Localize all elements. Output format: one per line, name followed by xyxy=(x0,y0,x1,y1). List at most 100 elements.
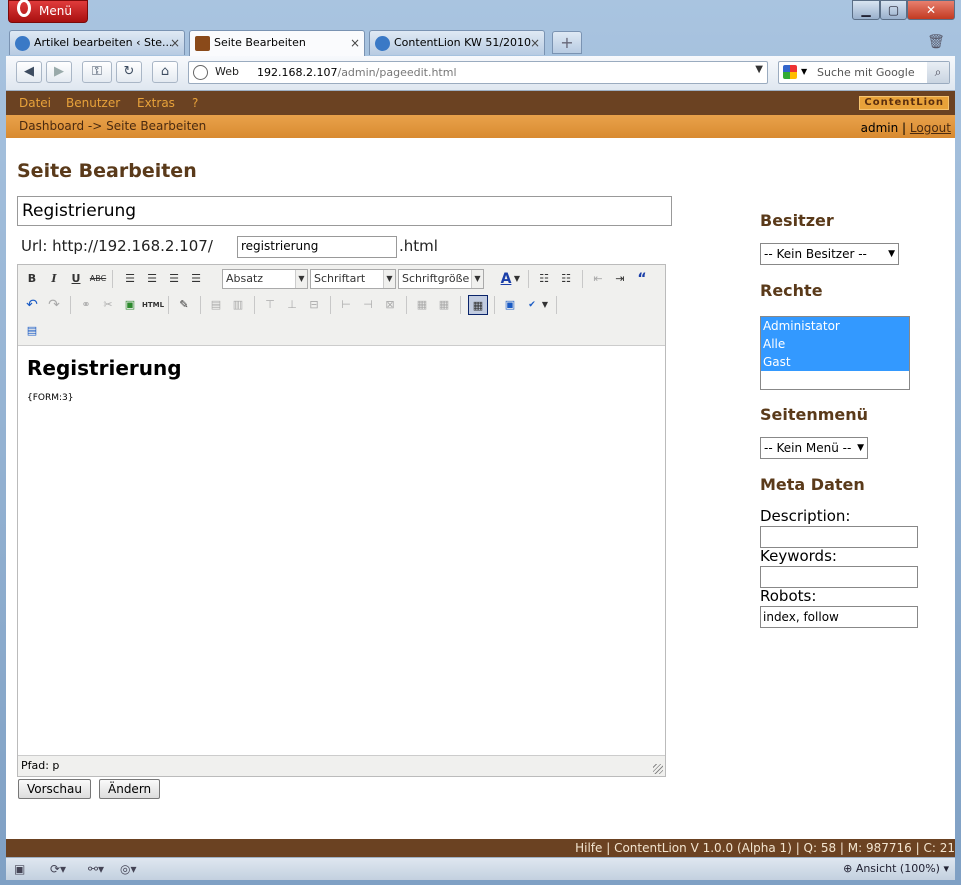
delete-row-icon[interactable]: ⊟ xyxy=(304,295,324,315)
description-input[interactable] xyxy=(760,526,918,548)
owner-heading: Besitzer xyxy=(760,211,834,230)
close-window-button[interactable]: ✕ xyxy=(907,0,955,20)
robots-input[interactable]: index, follow xyxy=(760,606,918,628)
align-center-icon[interactable]: ☰ xyxy=(142,269,162,289)
delete-col-icon[interactable]: ⊠ xyxy=(380,295,400,315)
underline-icon[interactable]: U xyxy=(66,269,86,289)
toolbar-separator xyxy=(254,296,255,314)
page-menu-select[interactable]: -- Kein Menü -- ▼ xyxy=(760,437,868,459)
bold-icon[interactable]: B xyxy=(22,269,42,289)
chevron-down-icon: ▼ xyxy=(295,270,307,288)
edit-icon[interactable]: ✎ xyxy=(174,295,194,315)
tab-seite-bearbeiten[interactable]: Seite Bearbeiten × xyxy=(189,30,365,56)
table-icon[interactable]: ▦ xyxy=(468,295,488,315)
back-icon[interactable]: ◀ xyxy=(16,61,42,83)
tab-close-icon[interactable]: × xyxy=(530,31,540,55)
unlink-icon[interactable]: ✂ xyxy=(98,295,118,315)
indent-icon[interactable]: ⇥ xyxy=(610,269,630,289)
image-icon[interactable]: ▣ xyxy=(120,295,140,315)
tab-label: ContentLion KW 51/2010 xyxy=(394,36,532,49)
toolbar-separator xyxy=(556,296,557,314)
blockquote-icon[interactable]: “ xyxy=(632,269,652,289)
robots-label: Robots: xyxy=(760,587,817,605)
chevron-down-icon[interactable]: ▼ xyxy=(540,295,550,315)
panel-toggle-icon[interactable]: ▣ xyxy=(14,861,25,877)
font-size-select[interactable]: Schriftgröße ▼ xyxy=(398,269,484,289)
media-icon[interactable]: ▣ xyxy=(500,295,520,315)
home-icon[interactable]: ⌂ xyxy=(152,61,178,83)
turbo-icon[interactable]: ◎▾ xyxy=(120,861,137,877)
breadcrumb[interactable]: Dashboard -> Seite Bearbeiten xyxy=(19,119,206,133)
new-tab-button[interactable]: + xyxy=(552,31,582,54)
format-select[interactable]: Absatz ▼ xyxy=(222,269,308,289)
address-host: 192.168.2.107 xyxy=(257,66,338,79)
undo-icon[interactable]: ↶ xyxy=(22,295,42,315)
tab-artikel-bearbeiten[interactable]: Artikel bearbeiten ‹ Ste... × xyxy=(9,30,185,55)
page-menu-select-value: -- Kein Menü -- xyxy=(764,441,852,455)
google-icon[interactable] xyxy=(783,65,797,79)
col-after-icon[interactable]: ⊣ xyxy=(358,295,378,315)
template-icon[interactable]: ▤ xyxy=(22,321,42,341)
html-source-icon[interactable]: HTML xyxy=(142,295,164,315)
redo-icon[interactable]: ↷ xyxy=(44,295,64,315)
align-justify-icon[interactable]: ☰ xyxy=(186,269,206,289)
editor-content-area[interactable]: Registrierung {FORM:3} xyxy=(18,346,665,754)
align-right-icon[interactable]: ☰ xyxy=(164,269,184,289)
row-before-icon[interactable]: ⊤ xyxy=(260,295,280,315)
link-icon[interactable]: ⚭ xyxy=(76,295,96,315)
outdent-icon[interactable]: ⇤ xyxy=(588,269,608,289)
key-icon[interactable]: ⚿ xyxy=(82,61,112,83)
keywords-input[interactable] xyxy=(760,566,918,588)
menu-datei[interactable]: Datei xyxy=(19,96,51,110)
preview-button[interactable]: Vorschau xyxy=(18,779,91,799)
merge-cells-icon[interactable]: ▦ xyxy=(434,295,454,315)
rights-listbox[interactable]: Administator Alle Gast xyxy=(760,316,910,390)
url-slug-input[interactable]: registrierung xyxy=(237,236,397,258)
numbered-list-icon[interactable]: ☷ xyxy=(556,269,576,289)
tab-contentlion-kw[interactable]: ContentLion KW 51/2010 × xyxy=(369,30,545,55)
trash-icon[interactable]: 🗑 xyxy=(926,31,946,53)
menu-help[interactable]: ? xyxy=(192,96,198,110)
toolbar-separator xyxy=(168,296,169,314)
tab-close-icon[interactable]: × xyxy=(170,31,180,55)
minimize-button[interactable]: ▁ xyxy=(852,0,880,20)
rights-option-alle[interactable]: Alle xyxy=(761,335,909,353)
zoom-control[interactable]: ⊕ Ansicht (100%) ▾ xyxy=(843,860,949,877)
rights-option-administator[interactable]: Administator xyxy=(761,317,909,335)
font-select[interactable]: Schriftart ▼ xyxy=(310,269,396,289)
address-bar[interactable]: Web 192.168.2.107/admin/pageedit.html ▼ xyxy=(188,61,768,84)
spellcheck-icon[interactable]: ✔ xyxy=(522,295,542,315)
chevron-down-icon: ▼ xyxy=(383,270,395,288)
sync-icon[interactable]: ⟳▾ xyxy=(50,861,66,877)
tab-close-icon[interactable]: × xyxy=(350,31,360,55)
change-button[interactable]: Ändern xyxy=(99,779,161,799)
address-url[interactable]: 192.168.2.107/admin/pageedit.html xyxy=(257,66,457,79)
logout-link[interactable]: Logout xyxy=(910,121,951,135)
page-title-input[interactable]: Registrierung xyxy=(17,196,672,226)
menu-benutzer[interactable]: Benutzer xyxy=(66,96,120,110)
opera-menu-button[interactable]: Menü xyxy=(8,0,88,23)
owner-select[interactable]: -- Kein Besitzer -- ▼ xyxy=(760,243,899,265)
row-after-icon[interactable]: ⊥ xyxy=(282,295,302,315)
table-row-icon[interactable]: ▤ xyxy=(206,295,226,315)
table-cell-icon[interactable]: ▥ xyxy=(228,295,248,315)
split-cells-icon[interactable]: ▦ xyxy=(412,295,432,315)
page-menu-heading: Seitenmenü xyxy=(760,405,869,424)
maximize-button[interactable]: ▢ xyxy=(880,0,907,20)
resize-grip-icon[interactable] xyxy=(653,764,663,774)
chevron-down-icon[interactable]: ▼ xyxy=(512,269,522,289)
align-left-icon[interactable]: ☰ xyxy=(120,269,140,289)
italic-icon[interactable]: I xyxy=(44,269,64,289)
search-icon[interactable]: ⌕ xyxy=(927,62,949,83)
rights-option-gast[interactable]: Gast xyxy=(761,353,909,371)
chevron-down-icon[interactable]: ▼ xyxy=(801,67,807,76)
reload-icon[interactable]: ↻ xyxy=(116,61,142,83)
col-before-icon[interactable]: ⊢ xyxy=(336,295,356,315)
strikethrough-icon[interactable]: ABC xyxy=(88,269,108,289)
chevron-down-icon[interactable]: ▼ xyxy=(755,64,763,75)
search-box[interactable]: ▼ Suche mit Google ⌕ xyxy=(778,61,950,84)
unite-icon[interactable]: ⚯▾ xyxy=(88,861,104,877)
forward-icon[interactable]: ▶ xyxy=(46,61,72,83)
menu-extras[interactable]: Extras xyxy=(137,96,175,110)
bullet-list-icon[interactable]: ☷ xyxy=(534,269,554,289)
